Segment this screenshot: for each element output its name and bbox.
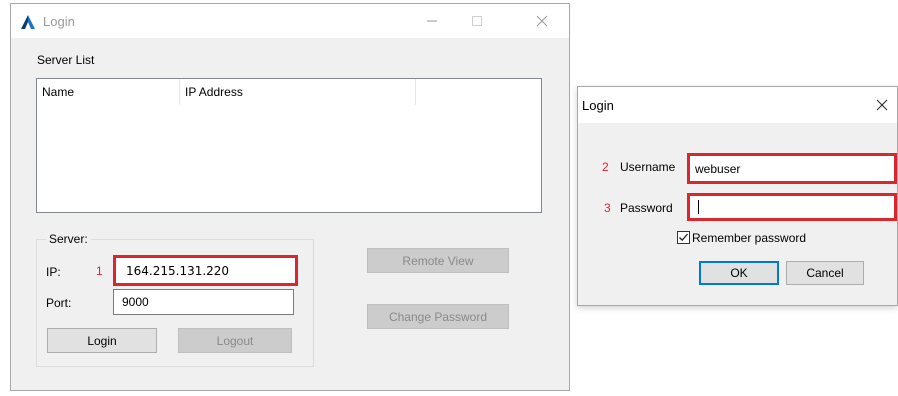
ip-label: IP:: [46, 265, 61, 279]
app-logo-icon: [20, 14, 36, 30]
password-label: Password: [620, 201, 673, 215]
port-label: Port:: [46, 296, 72, 310]
main-title-bar[interactable]: Login: [11, 4, 569, 38]
main-login-window: Login Server List Name IP Address Server…: [10, 3, 570, 391]
username-step-number: 2: [602, 160, 609, 174]
password-input[interactable]: [687, 193, 897, 221]
remember-password-label[interactable]: Remember password: [692, 231, 806, 245]
login-button[interactable]: Login: [47, 328, 157, 353]
close-button[interactable]: [520, 4, 564, 38]
dialog-title-bar[interactable]: Login: [578, 87, 897, 123]
close-icon: [536, 15, 548, 27]
column-header-name[interactable]: Name: [37, 79, 180, 105]
maximize-button[interactable]: [455, 4, 499, 38]
remember-password-checkbox[interactable]: [677, 231, 690, 244]
column-header-ip-address[interactable]: IP Address: [180, 79, 416, 105]
ip-step-number: 1: [96, 264, 103, 278]
checkmark-icon: [679, 233, 688, 242]
change-password-button[interactable]: Change Password: [367, 304, 509, 329]
minimize-icon: [427, 20, 437, 22]
dialog-close-button[interactable]: [872, 95, 892, 115]
ip-input[interactable]: 164.215.131.220: [113, 255, 298, 286]
text-caret: [698, 200, 699, 214]
remote-view-button[interactable]: Remote View: [367, 248, 509, 273]
minimize-button[interactable]: [410, 4, 454, 38]
username-label: Username: [620, 160, 676, 174]
ok-button[interactable]: OK: [699, 261, 779, 285]
dialog-title: Login: [582, 98, 614, 113]
logout-button[interactable]: Logout: [178, 328, 292, 353]
port-input[interactable]: 9000: [113, 289, 294, 315]
server-list-label: Server List: [37, 53, 95, 67]
close-icon: [876, 99, 888, 111]
username-input[interactable]: webuser: [687, 153, 897, 184]
server-list-table[interactable]: Name IP Address: [36, 78, 542, 213]
login-dialog: Login 2 Username webuser 3 Password Reme…: [577, 86, 898, 306]
main-window-title: Login: [43, 14, 75, 29]
cancel-button[interactable]: Cancel: [786, 261, 864, 285]
server-group-label: Server:: [46, 232, 91, 246]
maximize-icon: [472, 16, 482, 26]
password-step-number: 3: [604, 201, 611, 215]
